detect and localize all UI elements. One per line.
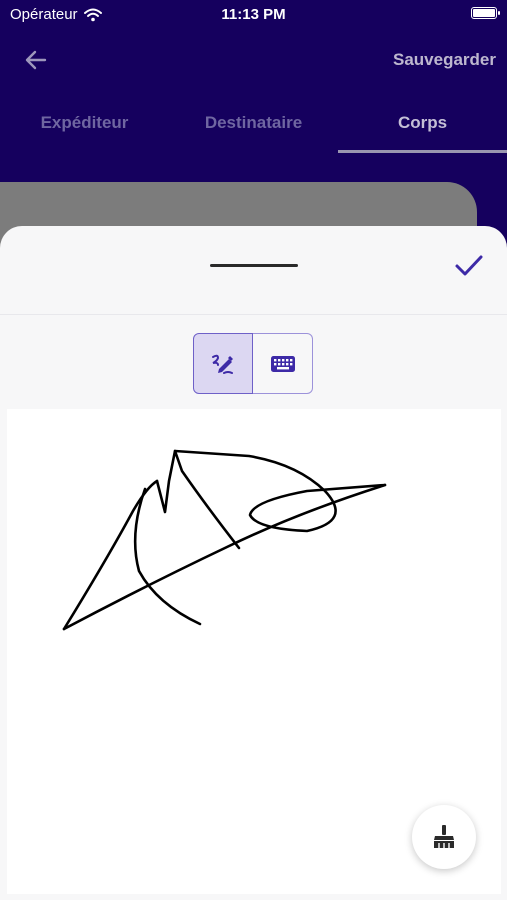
- confirm-button[interactable]: [453, 250, 485, 282]
- signature-canvas[interactable]: [7, 409, 501, 894]
- battery-icon: [471, 7, 500, 19]
- status-time: 11:13 PM: [221, 6, 286, 23]
- status-bar: Opérateur 11:13 PM: [0, 0, 507, 30]
- app-bar: Sauvegarder: [0, 30, 507, 90]
- signature-mode-toggle: [193, 333, 314, 394]
- tab-recipient[interactable]: Destinataire: [169, 95, 338, 153]
- broom-icon: [434, 825, 454, 848]
- keyboard-icon: [270, 355, 295, 372]
- save-button[interactable]: Sauvegarder: [393, 50, 496, 70]
- tab-bar: Expéditeur Destinataire Corps: [0, 95, 507, 153]
- sheet-grabber[interactable]: [210, 264, 298, 267]
- tab-sender[interactable]: Expéditeur: [0, 95, 169, 153]
- back-button[interactable]: [18, 44, 54, 76]
- draw-mode-button[interactable]: [193, 333, 253, 394]
- signature-sheet: [0, 226, 507, 900]
- clear-signature-button[interactable]: [412, 805, 476, 869]
- check-icon: [455, 255, 483, 276]
- sheet-header: [0, 226, 507, 315]
- arrow-left-icon: [25, 50, 47, 70]
- pen-draw-icon: [212, 354, 233, 374]
- tab-body[interactable]: Corps: [338, 95, 507, 153]
- keyboard-mode-button[interactable]: [253, 333, 313, 394]
